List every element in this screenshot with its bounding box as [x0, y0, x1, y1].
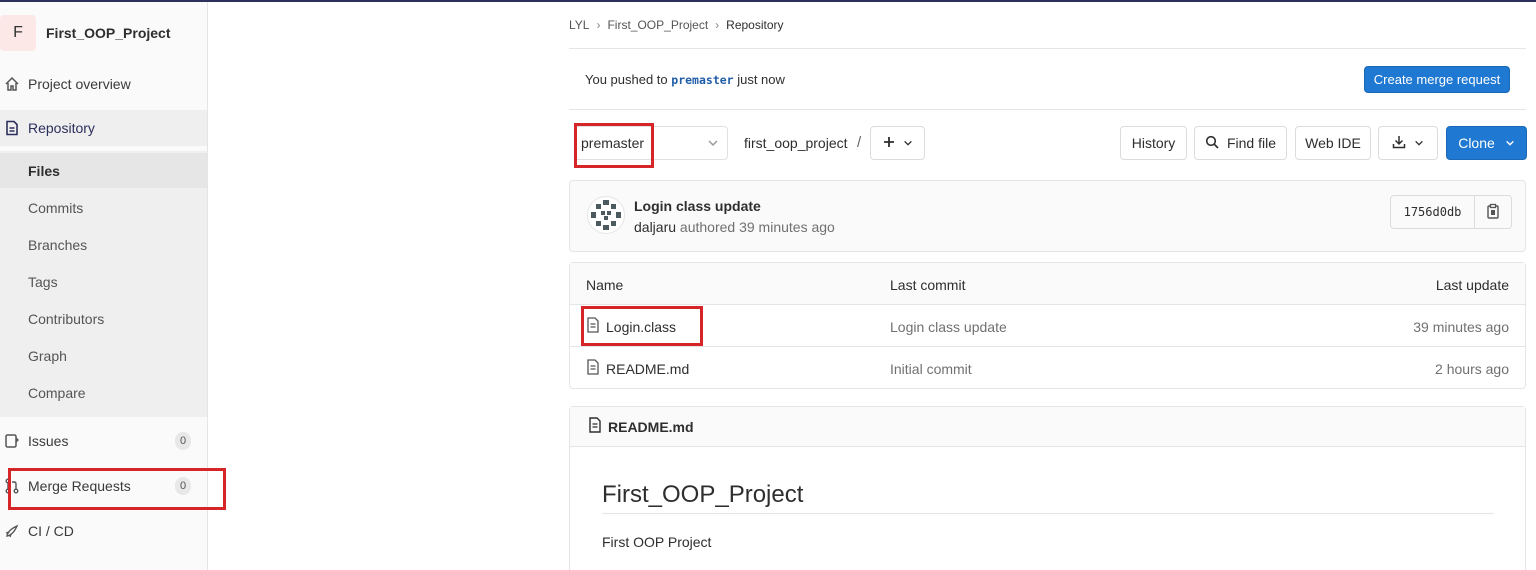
commit-time: authored 39 minutes ago [679, 219, 835, 235]
repo-path[interactable]: first_oop_project [744, 135, 848, 151]
sidebar-item-label: Issues [28, 433, 69, 449]
sidebar-subitem-graph[interactable]: Graph [28, 348, 67, 364]
commit-title[interactable]: Login class update [634, 198, 761, 214]
web-ide-button[interactable]: Web IDE [1295, 126, 1371, 160]
sidebar-subitem-files[interactable]: Files [28, 163, 60, 179]
home-icon [0, 76, 28, 92]
annotation-box-branch [574, 123, 654, 168]
file-icon [588, 417, 602, 436]
chevron-down-icon [903, 135, 913, 151]
file-last-update: 2 hours ago [1435, 361, 1509, 377]
push-notice-branch: premaster [671, 73, 734, 87]
last-commit-panel: Login class update daljaru authored 39 m… [569, 180, 1526, 252]
file-last-commit[interactable]: Initial commit [890, 361, 972, 377]
commit-sha-group: 1756d0db [1390, 195, 1512, 229]
file-tree-table: Name Last commit Last update Login.class… [569, 262, 1526, 389]
sidebar-item-label: Repository [28, 120, 95, 136]
annotation-box-login-class [581, 306, 703, 346]
table-row[interactable]: Login.class Login class update 39 minute… [570, 305, 1525, 347]
commit-meta: daljaru authored 39 minutes ago [634, 219, 835, 235]
commit-sha[interactable]: 1756d0db [1391, 196, 1475, 228]
chevron-down-icon [1414, 135, 1424, 151]
breadcrumb-separator-icon: › [596, 18, 601, 32]
divider [602, 513, 1494, 514]
project-avatar: F [0, 15, 36, 51]
copy-sha-button[interactable] [1475, 196, 1511, 228]
annotation-box-merge-requests [8, 468, 226, 510]
author-avatar[interactable] [587, 196, 625, 234]
column-header-name: Name [586, 277, 624, 293]
push-notice: You pushed to premaster just now [585, 72, 785, 87]
project-header[interactable]: F First_OOP_Project [0, 12, 207, 54]
plus-icon [883, 135, 895, 151]
divider [569, 109, 1526, 110]
table-header: Name Last commit Last update [570, 263, 1525, 305]
top-bar-line [0, 0, 1536, 2]
download-icon [1392, 135, 1406, 152]
project-name: First_OOP_Project [46, 25, 171, 41]
create-merge-request-button[interactable]: Create merge request [1364, 66, 1510, 93]
chevron-down-icon [707, 136, 719, 152]
breadcrumb-item-group[interactable]: LYL [569, 18, 589, 32]
file-name: README.md [606, 360, 690, 377]
sidebar-subitem-commits[interactable]: Commits [28, 200, 83, 216]
breadcrumb-separator-icon: › [715, 18, 720, 32]
readme-body: First OOP Project [602, 534, 712, 550]
readme-header: README.md [570, 407, 1525, 447]
clipboard-icon [1486, 203, 1500, 222]
download-dropdown-button[interactable] [1378, 126, 1438, 160]
sidebar-item-project-overview[interactable]: Project overview [0, 66, 207, 102]
sidebar-item-cicd[interactable]: CI / CD [0, 513, 207, 549]
path-separator: / [857, 134, 862, 151]
sidebar-subitem-tags[interactable]: Tags [28, 274, 58, 290]
sidebar-item-repository[interactable]: Repository [0, 110, 207, 146]
find-file-button[interactable]: Find file [1194, 126, 1287, 160]
sidebar-item-label: Project overview [28, 76, 131, 92]
find-file-label: Find file [1226, 135, 1277, 151]
file-last-update: 39 minutes ago [1413, 319, 1509, 335]
column-header-last-commit: Last commit [890, 277, 966, 293]
clone-label: Clone [1458, 135, 1495, 151]
readme-heading: First_OOP_Project [602, 481, 804, 508]
issues-count-badge: 0 [175, 432, 191, 450]
history-button[interactable]: History [1120, 126, 1187, 160]
readme-filename[interactable]: README.md [608, 419, 694, 435]
sidebar-subitem-compare[interactable]: Compare [28, 385, 86, 401]
search-icon [1205, 135, 1219, 152]
issues-icon [0, 433, 28, 449]
breadcrumb-item-current[interactable]: Repository [726, 18, 783, 32]
rocket-icon [0, 523, 28, 539]
chevron-down-icon [1505, 135, 1515, 151]
file-last-commit[interactable]: Login class update [890, 319, 1007, 335]
table-row[interactable]: README.md Initial commit 2 hours ago [570, 347, 1525, 389]
file-icon [586, 359, 600, 378]
push-notice-suffix: just now [737, 72, 785, 87]
clone-dropdown-button[interactable]: Clone [1446, 126, 1527, 160]
add-file-dropdown-button[interactable] [870, 126, 925, 160]
breadcrumb-item-project[interactable]: First_OOP_Project [607, 18, 708, 32]
column-header-last-update: Last update [1435, 277, 1509, 293]
readme-panel: README.md First_OOP_Project First OOP Pr… [569, 406, 1526, 570]
sidebar-subitem-branches[interactable]: Branches [28, 237, 87, 253]
sidebar-item-issues[interactable]: Issues 0 [0, 423, 207, 459]
divider [569, 48, 1526, 49]
breadcrumb: LYL › First_OOP_Project › Repository [569, 18, 784, 32]
sidebar-subitem-contributors[interactable]: Contributors [28, 311, 104, 327]
push-notice-prefix: You pushed to [585, 72, 668, 87]
document-icon [0, 120, 28, 136]
commit-author[interactable]: daljaru [634, 219, 676, 235]
sidebar-item-label: CI / CD [28, 523, 74, 539]
file-link[interactable]: README.md [586, 359, 689, 378]
